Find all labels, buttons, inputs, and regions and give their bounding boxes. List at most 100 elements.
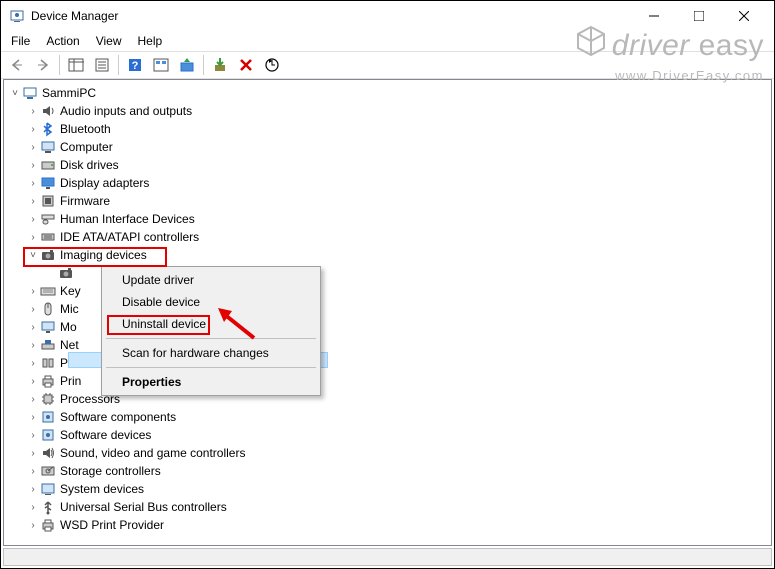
tree-category-label: Software devices xyxy=(60,428,151,442)
chevron-right-icon[interactable]: › xyxy=(26,376,40,387)
forward-button[interactable] xyxy=(31,53,55,77)
chevron-right-icon[interactable]: › xyxy=(26,466,40,477)
properties-button[interactable] xyxy=(90,53,114,77)
chevron-right-icon[interactable]: › xyxy=(26,124,40,135)
show-hide-tree-button[interactable] xyxy=(64,53,88,77)
context-scan-hardware[interactable]: Scan for hardware changes xyxy=(104,342,318,364)
device-icon xyxy=(40,427,56,443)
tree-root[interactable]: ˅ SammiPC xyxy=(4,84,771,102)
menu-bar: File Action View Help xyxy=(1,31,774,51)
chevron-right-icon[interactable]: › xyxy=(26,196,40,207)
tree-category-label: Key xyxy=(60,284,81,298)
device-icon xyxy=(40,463,56,479)
context-uninstall-device[interactable]: Uninstall device xyxy=(104,313,318,335)
device-icon xyxy=(40,247,56,263)
tree-category[interactable]: ›Software components xyxy=(4,408,771,426)
context-menu: Update driver Disable device Uninstall d… xyxy=(101,266,321,396)
toolbar: ? xyxy=(1,51,774,79)
chevron-down-icon[interactable]: ˅ xyxy=(8,88,22,99)
menu-action[interactable]: Action xyxy=(40,32,85,50)
tree-category-label: Sound, video and game controllers xyxy=(60,446,245,460)
tree-category-label: Disk drives xyxy=(60,158,119,172)
context-properties[interactable]: Properties xyxy=(104,371,318,393)
tree-category-label: IDE ATA/ATAPI controllers xyxy=(60,230,199,244)
device-icon xyxy=(40,103,56,119)
device-icon xyxy=(40,139,56,155)
tree-category-label: Storage controllers xyxy=(60,464,161,478)
tree-category-label: Display adapters xyxy=(60,176,149,190)
chevron-right-icon[interactable]: › xyxy=(26,106,40,117)
tree-category-label: Mo xyxy=(60,320,77,334)
tree-category[interactable]: ›Human Interface Devices xyxy=(4,210,771,228)
chevron-right-icon[interactable]: › xyxy=(26,160,40,171)
tree-category-label: Computer xyxy=(60,140,113,154)
device-icon xyxy=(40,445,56,461)
tree-category[interactable]: › IDE ATA/ATAPI controllers xyxy=(4,228,771,246)
chevron-right-icon[interactable]: › xyxy=(26,448,40,459)
tree-category-label: Net xyxy=(60,338,79,352)
tree-category[interactable]: › Universal Serial Bus controllers xyxy=(4,498,771,516)
back-button[interactable] xyxy=(5,53,29,77)
menu-help[interactable]: Help xyxy=(132,32,169,50)
app-icon xyxy=(9,8,25,24)
chevron-right-icon[interactable]: › xyxy=(26,520,40,531)
chevron-right-icon[interactable]: › xyxy=(26,394,40,405)
tree-category[interactable]: › Sound, video and game controllers xyxy=(4,444,771,462)
chevron-right-icon[interactable]: › xyxy=(26,286,40,297)
tree-category-label: Universal Serial Bus controllers xyxy=(60,500,227,514)
tree-category[interactable]: › Audio inputs and outputs xyxy=(4,102,771,120)
device-icon xyxy=(40,121,56,137)
device-icon xyxy=(40,157,56,173)
chevron-down-icon[interactable]: ˅ xyxy=(26,250,40,261)
maximize-button[interactable] xyxy=(676,1,721,31)
chevron-right-icon[interactable]: › xyxy=(26,340,40,351)
tree-root-label: SammiPC xyxy=(42,86,96,100)
menu-file[interactable]: File xyxy=(5,32,36,50)
toolbar-icon[interactable] xyxy=(149,53,173,77)
tree-category[interactable]: › WSD Print Provider xyxy=(4,516,771,534)
tree-category[interactable]: › Storage controllers xyxy=(4,462,771,480)
device-icon xyxy=(40,283,56,299)
chevron-right-icon[interactable]: › xyxy=(26,142,40,153)
tree-category[interactable]: ›System devices xyxy=(4,480,771,498)
uninstall-button[interactable] xyxy=(234,53,258,77)
menu-view[interactable]: View xyxy=(90,32,128,50)
tree-category[interactable]: › Computer xyxy=(4,138,771,156)
scan-hardware-button[interactable] xyxy=(260,53,284,77)
tree-category[interactable]: ˅Imaging devices xyxy=(4,246,771,264)
update-driver-button[interactable] xyxy=(175,53,199,77)
device-icon xyxy=(40,373,56,389)
svg-text:?: ? xyxy=(132,60,139,72)
tree-category[interactable]: › Disk drives xyxy=(4,156,771,174)
tree-category[interactable]: ›Firmware xyxy=(4,192,771,210)
minimize-button[interactable] xyxy=(631,1,676,31)
device-icon xyxy=(40,193,56,209)
computer-icon xyxy=(22,85,38,101)
window-title: Device Manager xyxy=(31,9,631,23)
chevron-right-icon[interactable]: › xyxy=(26,322,40,333)
close-button[interactable] xyxy=(721,1,766,31)
tree-category-label: WSD Print Provider xyxy=(60,518,164,532)
tree-category-label: Audio inputs and outputs xyxy=(60,104,192,118)
context-disable-device[interactable]: Disable device xyxy=(104,291,318,313)
device-icon xyxy=(40,517,56,533)
chevron-right-icon[interactable]: › xyxy=(26,304,40,315)
device-icon xyxy=(40,211,56,227)
chevron-right-icon[interactable]: › xyxy=(26,502,40,513)
chevron-right-icon[interactable]: › xyxy=(26,232,40,243)
chevron-right-icon[interactable]: › xyxy=(26,484,40,495)
install-button[interactable] xyxy=(208,53,232,77)
chevron-right-icon[interactable]: › xyxy=(26,214,40,225)
device-icon xyxy=(40,229,56,245)
chevron-right-icon[interactable]: › xyxy=(26,430,40,441)
tree-category-label: Prin xyxy=(60,374,81,388)
tree-category-label: Mic xyxy=(60,302,79,316)
help-button[interactable]: ? xyxy=(123,53,147,77)
tree-device-item[interactable] xyxy=(4,264,771,282)
chevron-right-icon[interactable]: › xyxy=(26,358,40,369)
tree-category[interactable]: › Display adapters xyxy=(4,174,771,192)
tree-category[interactable]: › Software devices xyxy=(4,426,771,444)
chevron-right-icon[interactable]: › xyxy=(26,412,40,423)
chevron-right-icon[interactable]: › xyxy=(26,178,40,189)
tree-category[interactable]: ›Bluetooth xyxy=(4,120,771,138)
